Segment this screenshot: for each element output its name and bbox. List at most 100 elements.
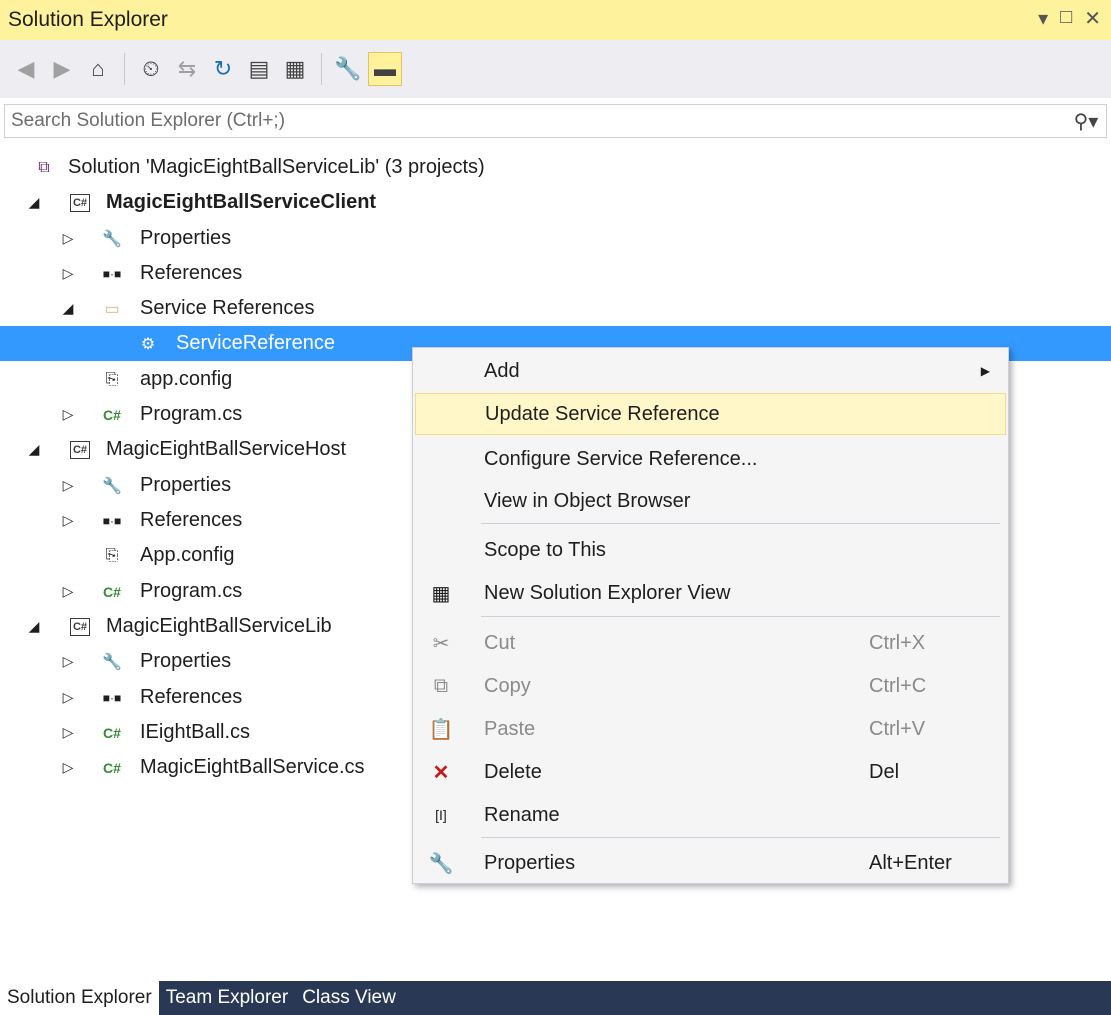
expand-arrow-icon[interactable]: ▷	[60, 512, 76, 529]
back-icon[interactable]: ◀	[10, 53, 42, 85]
rename-icon: [I]	[435, 807, 447, 823]
menu-item-label: New Solution Explorer View	[484, 581, 731, 604]
close-icon[interactable]: ✕	[1084, 6, 1101, 31]
config-file-icon: ⎘	[105, 546, 119, 564]
panel-title-bar: Solution Explorer ▾ □ ✕	[0, 0, 1111, 40]
expand-arrow-icon[interactable]: ▷	[60, 653, 76, 670]
tree-item-label: app.config	[140, 368, 233, 390]
expand-arrow-icon[interactable]: ▷	[60, 477, 76, 494]
menu-item-add[interactable]: Add ▶	[415, 350, 1006, 392]
tab-solution-explorer[interactable]: Solution Explorer	[0, 981, 159, 1015]
tree-item-label: References	[140, 262, 243, 284]
tree-row-solution[interactable]: ⧉ Solution 'MagicEightBallServiceLib' (3…	[0, 150, 1111, 185]
menu-separator	[481, 523, 1000, 524]
wrench-icon: 🔧	[102, 653, 122, 671]
solution-icon: ⧉	[38, 158, 50, 176]
tree-item-label: IEightBall.cs	[140, 721, 251, 743]
expand-arrow-icon[interactable]: ▷	[60, 265, 76, 282]
collapse-arrow-icon[interactable]: ◢	[60, 300, 76, 317]
submenu-arrow-icon: ▶	[980, 364, 990, 378]
menu-item-properties[interactable]: 🔧 Properties Alt+Enter	[415, 842, 1006, 884]
collapse-arrow-icon[interactable]: ◢	[26, 618, 42, 635]
menu-item-paste[interactable]: 📋 Paste Ctrl+V	[415, 708, 1006, 750]
dropdown-arrow-icon[interactable]: ▾	[1038, 6, 1048, 31]
tree-item-label: Properties	[140, 474, 232, 496]
preview-selected-items-icon[interactable]: ▬	[368, 52, 402, 86]
paste-clipboard-icon: 📋	[428, 718, 454, 741]
menu-item-rename[interactable]: [I] Rename	[415, 794, 1006, 836]
menu-item-label: Configure Service Reference...	[484, 447, 758, 470]
sync-with-document-icon[interactable]: ⇆	[171, 53, 203, 85]
expand-arrow-icon[interactable]: ▷	[60, 406, 76, 423]
tree-item-label: Program.cs	[140, 403, 243, 425]
menu-item-new-solution-explorer-view[interactable]: ▦ New Solution Explorer View	[415, 572, 1006, 614]
collapse-arrow-icon[interactable]: ◢	[26, 441, 42, 458]
toolbar-divider	[124, 53, 125, 85]
tab-class-view[interactable]: Class View	[295, 981, 403, 1015]
toolbar-divider	[321, 53, 322, 85]
new-view-icon: ▦	[431, 582, 451, 605]
menu-item-delete[interactable]: ✕ Delete Del	[415, 751, 1006, 793]
menu-item-update-service-reference[interactable]: Update Service Reference	[415, 393, 1006, 435]
csharp-project-icon: C#	[66, 191, 94, 215]
menu-item-view-in-object-browser[interactable]: View in Object Browser	[415, 480, 1006, 522]
menu-item-label: View in Object Browser	[484, 489, 691, 512]
pending-changes-filter-icon[interactable]: ⏲	[135, 53, 167, 85]
tree-item-label: MagicEightBallServiceClient	[106, 191, 377, 213]
csharp-file-icon: C#	[103, 759, 121, 776]
collapse-all-icon[interactable]: ▤	[243, 53, 275, 85]
csharp-project-icon: C#	[66, 615, 94, 639]
properties-wrench-icon[interactable]: 🔧	[332, 53, 364, 85]
context-menu: Add ▶ Update Service Reference Configure…	[412, 347, 1009, 884]
wrench-icon: 🔧	[102, 477, 122, 495]
tree-row-project[interactable]: ◢ C# MagicEightBallServiceClient	[0, 185, 1111, 220]
tree-item-label: References	[140, 509, 243, 531]
menu-separator	[481, 616, 1000, 617]
tree-row[interactable]: ▷ 🔧 Properties	[0, 221, 1111, 256]
wrench-icon: 🔧	[102, 230, 122, 248]
menu-item-label: Rename	[484, 803, 560, 826]
forward-icon[interactable]: ▶	[46, 53, 78, 85]
menu-item-shortcut: Alt+Enter	[869, 851, 952, 874]
search-icon[interactable]: ⚲▾	[1066, 109, 1106, 134]
tree-item-label: App.config	[140, 544, 235, 566]
tree-item-label: Properties	[140, 650, 232, 672]
menu-item-label: Paste	[484, 717, 536, 740]
search-input[interactable]	[5, 109, 1066, 133]
tree-item-label: ServiceReference	[176, 332, 335, 354]
home-icon[interactable]: ⌂	[82, 53, 114, 85]
references-icon: ■·■	[102, 690, 122, 705]
menu-item-shortcut: Ctrl+X	[869, 631, 926, 654]
wrench-icon: 🔧	[428, 852, 454, 875]
tree-row[interactable]: ◢ ▭ Service References	[0, 291, 1111, 326]
solution-explorer-toolbar: ◀ ▶ ⌂ ⏲ ⇆ ↻ ▤ ▦ 🔧 ▬	[0, 40, 1111, 98]
menu-item-shortcut: Ctrl+V	[869, 717, 926, 740]
maximize-icon[interactable]: □	[1060, 6, 1072, 31]
menu-item-shortcut: Ctrl+C	[869, 674, 927, 697]
collapse-arrow-icon[interactable]: ◢	[26, 194, 42, 211]
menu-item-label: Properties	[484, 851, 576, 874]
tree-row[interactable]: ▷ ■·■ References	[0, 256, 1111, 291]
expand-arrow-icon[interactable]: ▷	[60, 230, 76, 247]
bottom-tab-bar: Solution Explorer Team Explorer Class Vi…	[0, 981, 1111, 1015]
expand-arrow-icon[interactable]: ▷	[60, 724, 76, 741]
menu-item-cut[interactable]: ✂ Cut Ctrl+X	[415, 622, 1006, 664]
expand-arrow-icon[interactable]: ▷	[60, 759, 76, 776]
delete-x-icon: ✕	[432, 761, 450, 784]
expand-arrow-icon[interactable]: ▷	[60, 583, 76, 600]
tree-item-label: MagicEightBallServiceHost	[106, 438, 347, 460]
menu-item-scope-to-this[interactable]: Scope to This	[415, 529, 1006, 571]
menu-item-copy[interactable]: ⧉ Copy Ctrl+C	[415, 665, 1006, 707]
tab-team-explorer[interactable]: Team Explorer	[159, 981, 296, 1015]
expand-arrow-icon[interactable]: ▷	[60, 689, 76, 706]
show-all-files-icon[interactable]: ▦	[279, 53, 311, 85]
menu-item-configure-service-reference[interactable]: Configure Service Reference...	[415, 438, 1006, 480]
tree-item-label: Properties	[140, 227, 232, 249]
csharp-file-icon: C#	[103, 583, 121, 600]
config-file-icon: ⎘	[105, 370, 119, 388]
tree-item-label: MagicEightBallService.cs	[140, 756, 365, 778]
cut-scissors-icon: ✂	[432, 632, 450, 655]
menu-item-label: Copy	[484, 674, 531, 697]
refresh-icon[interactable]: ↻	[207, 53, 239, 85]
tree-item-label: Service References	[140, 297, 315, 319]
